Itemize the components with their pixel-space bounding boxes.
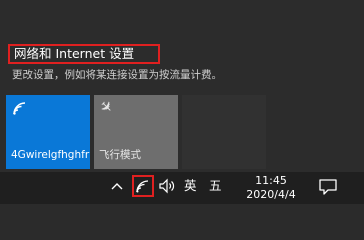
network-icon xyxy=(136,180,149,193)
clock-time[interactable]: 11:45 xyxy=(244,174,298,187)
notification-icon[interactable] xyxy=(318,178,338,196)
input-method-mode[interactable]: 五 xyxy=(209,178,222,194)
airplane-icon: ✈ xyxy=(95,96,118,118)
airplane-mode-tile[interactable]: ✈ 飞行模式 xyxy=(94,95,178,169)
network-internet-settings-label: 网络和 Internet 设置 xyxy=(14,46,135,61)
wifi-tile[interactable]: 4Gwirelgfhghfr xyxy=(6,95,90,169)
clock-date[interactable]: 2020/4/4 xyxy=(238,188,304,201)
airplane-mode-label: 飞行模式 xyxy=(99,149,141,161)
flyout-background-panel xyxy=(182,95,266,169)
chevron-up-icon[interactable] xyxy=(110,180,124,194)
network-internet-settings-link[interactable]: 网络和 Internet 设置 xyxy=(8,44,160,64)
volume-icon[interactable] xyxy=(158,178,176,194)
network-settings-description: 更改设置，例如将某连接设置为按流量计费。 xyxy=(12,69,222,81)
wifi-tile-label: 4Gwirelgfhghfr xyxy=(11,149,90,161)
taskbar: 英 五 11:45 2020/4/4 xyxy=(0,172,364,204)
network-tray-button[interactable] xyxy=(132,175,154,197)
wifi-icon xyxy=(13,102,26,115)
network-flyout: 网络和 Internet 设置 更改设置，例如将某连接设置为按流量计费。 4Gw… xyxy=(0,0,364,172)
input-language-indicator[interactable]: 英 xyxy=(184,178,197,194)
